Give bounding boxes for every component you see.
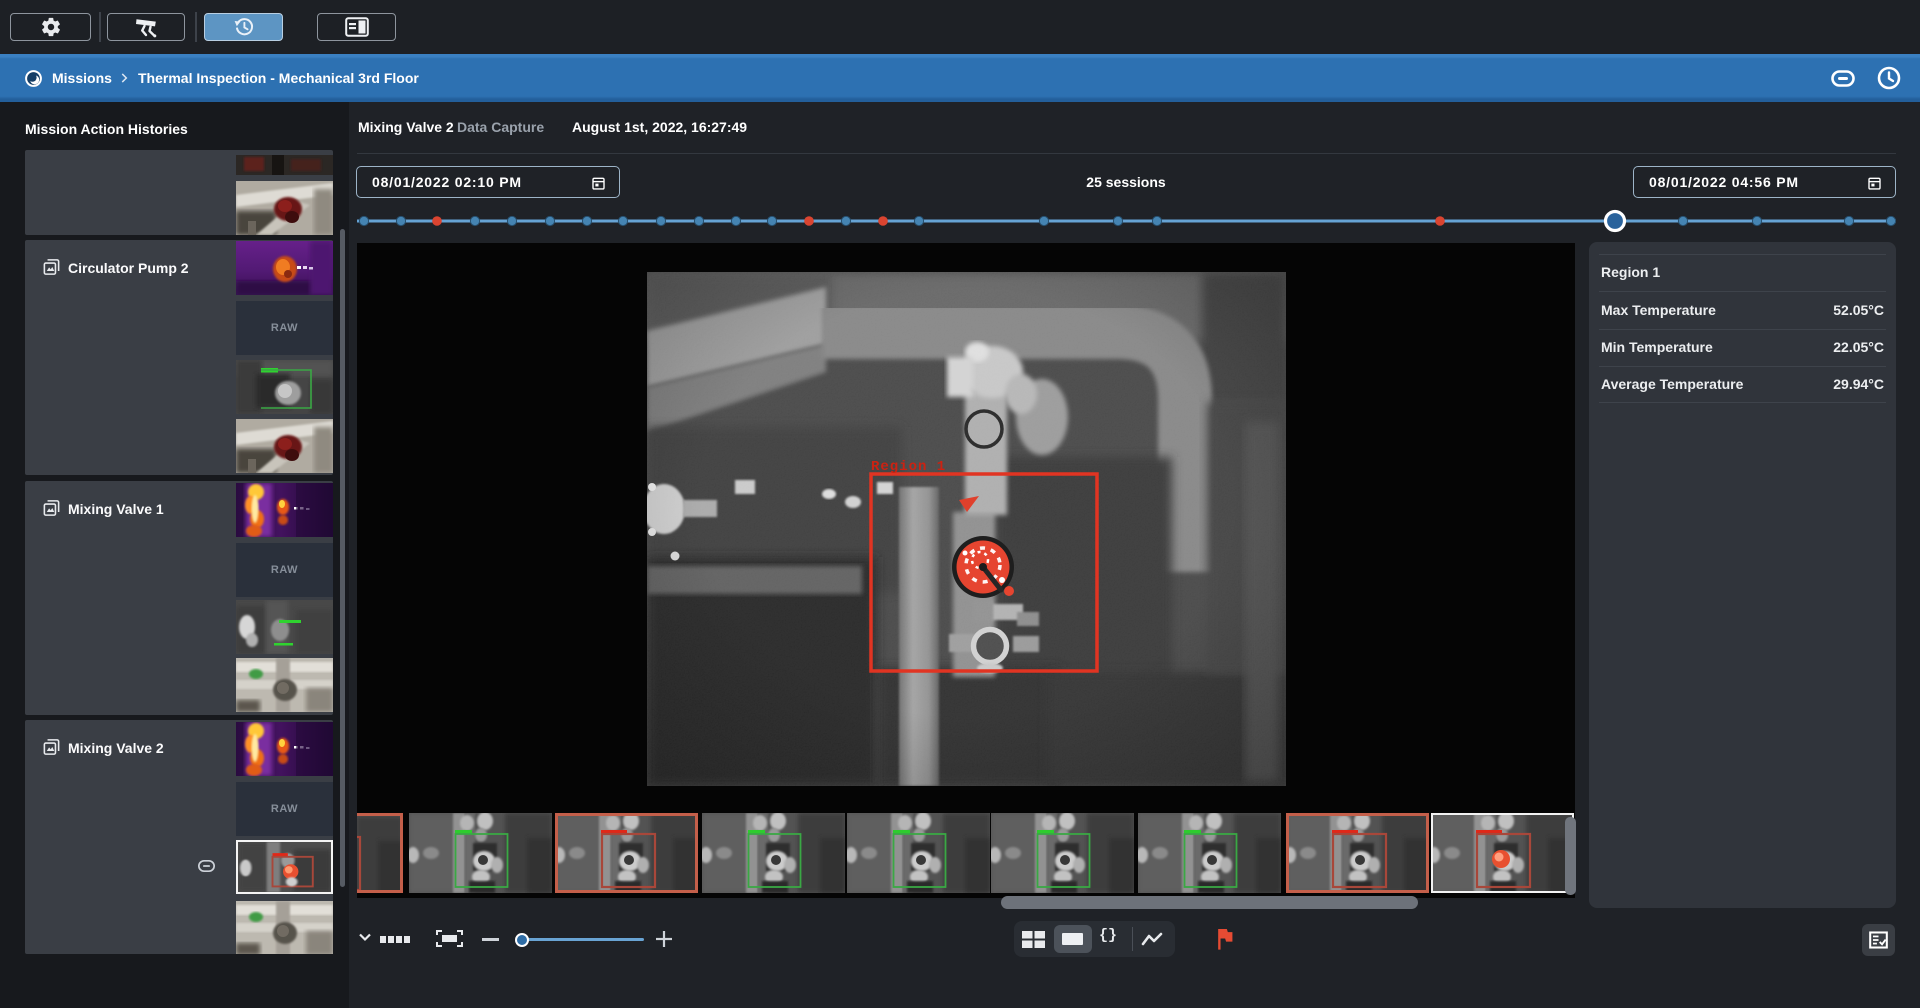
svg-text:Region 1: Region 1 [871, 459, 946, 475]
